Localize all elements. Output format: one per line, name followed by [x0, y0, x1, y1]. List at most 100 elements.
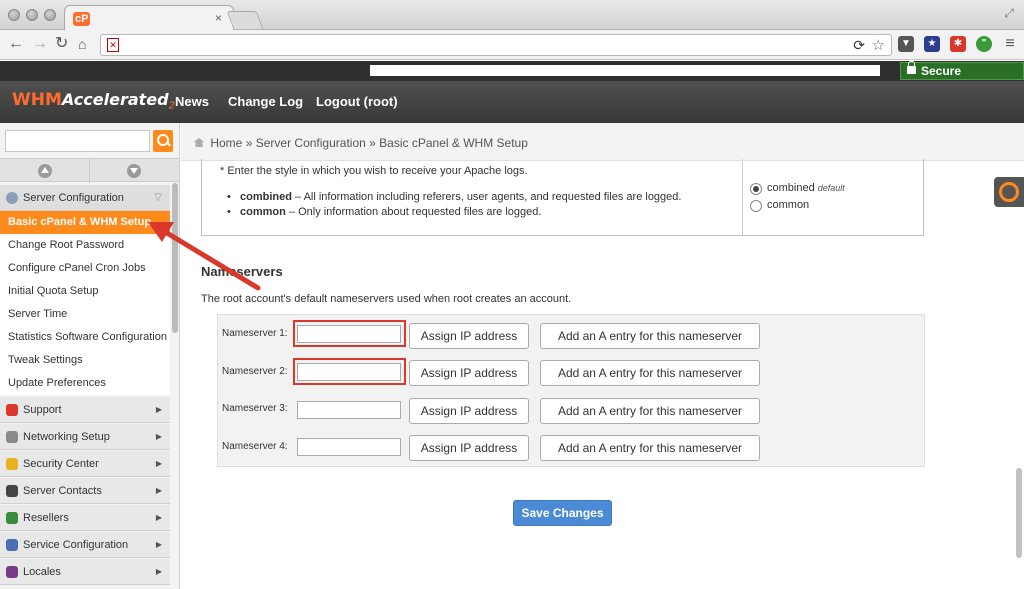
networking-icon: [6, 431, 18, 443]
chevron-right-icon: ▶: [155, 459, 162, 468]
sidebar-item-basic-setup[interactable]: Basic cPanel & WHM Setup: [0, 211, 170, 234]
reload-page-icon[interactable]: ↻: [55, 35, 68, 53]
tab-close-icon[interactable]: ×: [215, 11, 222, 25]
fullscreen-icon[interactable]: ⤢: [1004, 6, 1014, 21]
pocket-extension-icon[interactable]: ▼: [898, 36, 914, 52]
forward-icon[interactable]: →: [32, 35, 48, 53]
refresh-icon[interactable]: ⟳: [853, 37, 865, 54]
sidebar-section-contacts[interactable]: Server Contacts ▶: [0, 478, 170, 504]
address-bar[interactable]: ✕ ⟳ ☆: [100, 34, 892, 56]
nameserver-3-label: Nameserver 3:: [222, 403, 288, 414]
logo-version-text: 2: [168, 100, 175, 112]
logo-whm-text: WHM: [12, 90, 62, 110]
radio-common-label[interactable]: common: [767, 199, 809, 211]
sidebar-section-resellers[interactable]: Resellers ▶: [0, 505, 170, 531]
minimize-window-button[interactable]: [26, 9, 38, 21]
nameserver-3-input[interactable]: [297, 401, 401, 419]
padlock-icon: [6, 458, 18, 470]
nav-news[interactable]: News: [175, 94, 209, 109]
browser-titlebar: cP × ⤢: [0, 0, 1024, 31]
sidebar-section-support[interactable]: Support ▶: [0, 397, 170, 423]
close-window-button[interactable]: [8, 9, 20, 21]
add-a-entry-button-4[interactable]: Add an A entry for this nameserver: [540, 435, 760, 461]
menu-icon[interactable]: ≡: [1002, 36, 1018, 52]
breadcrumb-current: Basic cPanel & WHM Setup: [379, 136, 528, 150]
radio-common[interactable]: [750, 200, 762, 212]
combined-description: combined – All information including ref…: [227, 191, 681, 203]
apache-log-instructions: * Enter the style in which you wish to r…: [220, 165, 528, 177]
back-icon[interactable]: ←: [8, 35, 24, 53]
zoom-window-button[interactable]: [44, 9, 56, 21]
chevron-right-icon: ▶: [155, 486, 162, 495]
nameserver-1-input[interactable]: [297, 325, 401, 343]
sidebar-item-tweak-settings[interactable]: Tweak Settings: [0, 349, 170, 372]
combined-option-text: combined: [767, 182, 815, 194]
main-scrollbar[interactable]: [1016, 468, 1022, 558]
add-a-entry-button-2[interactable]: Add an A entry for this nameserver: [540, 360, 760, 386]
search-icon[interactable]: [153, 130, 173, 152]
cpanel-favicon-icon: cP: [73, 12, 91, 26]
sidebar-section-label: Server Configuration: [23, 192, 124, 204]
collapse-all-icon[interactable]: [38, 164, 52, 178]
add-a-entry-button-3[interactable]: Add an A entry for this nameserver: [540, 398, 760, 424]
sidebar-item-quota-setup[interactable]: Initial Quota Setup: [0, 280, 170, 303]
browser-tab[interactable]: cP ×: [64, 5, 234, 31]
assign-ip-button-2[interactable]: Assign IP address: [409, 360, 529, 386]
hangouts-extension-icon[interactable]: ": [976, 36, 992, 52]
sidebar-scrollbar[interactable]: [172, 183, 178, 333]
support-icon: [6, 404, 18, 416]
nav-logout[interactable]: Logout (root): [316, 94, 398, 109]
expand-all-icon[interactable]: [127, 164, 141, 178]
sidebar-section-service-config[interactable]: Service Configuration ▶: [0, 532, 170, 558]
assign-ip-button-3[interactable]: Assign IP address: [409, 398, 529, 424]
save-changes-button[interactable]: Save Changes: [513, 500, 612, 526]
sidebar-item-cron-jobs[interactable]: Configure cPanel Cron Jobs: [0, 257, 170, 280]
sidebar-section-networking[interactable]: Networking Setup ▶: [0, 424, 170, 450]
breadcrumb-separator: »: [245, 136, 253, 150]
whm-header: WHMAccelerated2 News Change Log Logout (…: [0, 81, 1024, 123]
resellers-icon: [6, 512, 18, 524]
add-a-entry-button-1[interactable]: Add an A entry for this nameserver: [540, 323, 760, 349]
nameserver-2-input[interactable]: [297, 363, 401, 381]
insecure-page-icon[interactable]: ✕: [107, 38, 119, 52]
redacted-hostname: [370, 65, 880, 76]
sidebar-section-server-configuration[interactable]: Server Configuration ▽: [0, 185, 170, 211]
chevron-right-icon: ▶: [155, 432, 162, 441]
assign-ip-button-1[interactable]: Assign IP address: [409, 323, 529, 349]
sidebar-section-label: Resellers: [23, 512, 69, 524]
sidebar-item-server-time[interactable]: Server Time: [0, 303, 170, 326]
flag-extension-icon[interactable]: ★: [924, 36, 940, 52]
secure-bar: Secure Connection: [0, 61, 1024, 94]
sidebar-item-change-root-password[interactable]: Change Root Password: [0, 234, 170, 257]
whm-logo[interactable]: WHMAccelerated2: [12, 90, 175, 111]
home-button-icon[interactable]: ⌂: [78, 35, 86, 53]
nameservers-heading: Nameservers: [201, 264, 283, 279]
breadcrumb-home[interactable]: Home: [210, 136, 242, 150]
apache-log-style-setting: * Enter the style in which you wish to r…: [201, 159, 924, 236]
server-config-icon: [6, 192, 18, 204]
radio-combined[interactable]: [750, 183, 762, 195]
sidebar-section-label: Support: [23, 404, 62, 416]
nameservers-panel: Nameserver 1: Assign IP address Add an A…: [217, 314, 925, 467]
sidebar-item-update-preferences[interactable]: Update Preferences: [0, 372, 170, 395]
sidebar-collapse-controls: [0, 158, 179, 183]
sidebar-section-label: Server Contacts: [23, 485, 102, 497]
lifebuoy-help-icon[interactable]: [994, 177, 1024, 207]
radio-combined-label[interactable]: combined default: [767, 182, 845, 194]
secure-connection-badge[interactable]: Secure Connection: [900, 61, 1024, 94]
nameserver-4-input[interactable]: [297, 438, 401, 456]
sidebar-search-input[interactable]: [5, 130, 150, 152]
sidebar-section-locales[interactable]: Locales ▶: [0, 559, 170, 585]
sidebar-section-security[interactable]: Security Center ▶: [0, 451, 170, 477]
lastpass-extension-icon[interactable]: ✱: [950, 36, 966, 52]
assign-ip-button-4[interactable]: Assign IP address: [409, 435, 529, 461]
divider: [89, 159, 90, 183]
new-tab-button[interactable]: [226, 11, 264, 29]
breadcrumb-server-configuration[interactable]: Server Configuration: [256, 136, 366, 150]
default-note: default: [817, 183, 845, 193]
home-icon[interactable]: [194, 138, 204, 147]
common-term: common: [240, 206, 286, 218]
bookmark-star-icon[interactable]: ☆: [872, 36, 885, 54]
sidebar-item-statistics-config[interactable]: Statistics Software Configuration: [0, 326, 170, 349]
nav-change-log[interactable]: Change Log: [228, 94, 303, 109]
